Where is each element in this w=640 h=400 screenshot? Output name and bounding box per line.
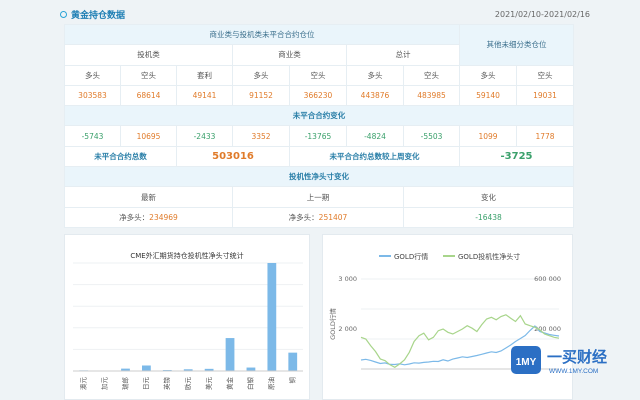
net-label: 净多头： (288, 212, 319, 222)
change-cell: -5743 (64, 125, 121, 147)
x-tick-label: 原油 (267, 377, 276, 390)
col-arb: 套利 (176, 64, 233, 86)
bar (246, 367, 256, 371)
legend-label: GOLD投机性净头寸 (458, 252, 520, 261)
change-cell: -2433 (176, 125, 233, 147)
col-short: 空头 (402, 64, 461, 86)
page-header: 黄金持仓数据 2021/02/10-2021/02/16 (60, 4, 590, 24)
x-tick-label: 美元 (204, 377, 213, 391)
change-cell: 3352 (232, 125, 290, 147)
col-latest: 最新 (64, 186, 233, 208)
col-short: 空头 (289, 64, 347, 86)
change-cell: -5503 (402, 125, 461, 147)
position-cell: 49141 (176, 84, 233, 107)
net-latest-cell: 净多头：234969 (64, 206, 233, 228)
position-cell: 366230 (289, 84, 347, 107)
watermark-logo: 1MY 一买财经 WWW.1MY.COM (511, 346, 607, 375)
col-prev: 上一期 (232, 186, 404, 208)
x-tick-label: 瑞郎 (120, 377, 129, 391)
position-cell: 303583 (64, 84, 121, 107)
section-ring-icon (60, 10, 67, 18)
total-group-header: 总计 (345, 44, 461, 66)
svg-text:一买财经: 一买财经 (547, 348, 607, 366)
bar (288, 352, 298, 371)
position-cell: 483985 (402, 84, 461, 107)
change-section-header: 未平合合约变化 (63, 105, 575, 127)
col-long: 多头 (64, 64, 121, 86)
position-cell: 443876 (346, 84, 404, 107)
net-label: 净多头： (119, 212, 150, 222)
col-long: 多头 (346, 64, 404, 86)
other-unclassified-header: 其他未细分类仓位 (459, 24, 575, 66)
y-axis-label: GOLD行情 (328, 308, 337, 340)
total-oi-value: 503016 (176, 145, 290, 168)
bar (267, 263, 277, 371)
x-tick-label: 加元 (99, 377, 108, 391)
col-long: 多头 (232, 64, 290, 86)
x-tick-label: 澳元 (78, 377, 87, 391)
bar-chart-title: CME外汇期货持仓投机性净头寸统计 (130, 252, 244, 260)
position-cell: 91152 (232, 84, 290, 107)
position-cell: 19031 (516, 84, 575, 107)
oi-change-value: -3725 (459, 145, 575, 168)
col-short: 空头 (120, 64, 177, 86)
x-tick-label: 黄金 (225, 377, 234, 391)
col-long: 多头 (459, 64, 518, 86)
spec-group-header: 投机类 (64, 44, 233, 66)
legend-label: GOLD行情 (394, 252, 428, 261)
x-tick-label: 欧元 (183, 377, 192, 391)
net-section-header: 投机性净头寸变化 (63, 166, 575, 188)
x-tick-label: 铜 (288, 377, 297, 384)
x-tick-label: 英镑 (162, 377, 171, 391)
bar (142, 365, 151, 371)
oi-change-label: 未平合合约总数较上周变化 (288, 145, 461, 168)
x-tick-label: 白银 (246, 377, 255, 391)
change-cell: -4824 (346, 125, 404, 147)
net-latest-value: 234969 (149, 212, 178, 222)
y-tick-right: 600 000 (534, 275, 561, 283)
positions-table: 商业类与投机类未平合合约仓位 其他未细分类仓位 投机类 商业类 总计 多头 空头… (63, 23, 575, 228)
col-change: 变化 (402, 186, 575, 208)
y-tick-left: 3 000 (338, 275, 357, 283)
position-cell: 59140 (459, 84, 518, 107)
change-cell: -13765 (289, 125, 347, 147)
nonclosed-header: 商业类与投机类未平合合约仓位 (63, 23, 461, 46)
net-change-value: -16438 (402, 206, 575, 228)
change-cell: 10695 (120, 125, 177, 147)
col-short: 空头 (516, 64, 575, 86)
bar (225, 338, 235, 371)
comm-group-header: 商业类 (232, 44, 347, 66)
y-tick-left: 2 000 (338, 325, 357, 333)
total-oi-label: 未平合合约总数 (64, 145, 177, 168)
svg-text:1MY: 1MY (516, 357, 537, 368)
x-tick-label: 日元 (142, 377, 150, 391)
bar-chart-panel: CME外汇期货持仓投机性净头寸统计 澳元 加元 瑞郎 日元 英镑 欧元 美元 黄金 白银 原油 铜 (64, 234, 310, 400)
title-wrap: 黄金持仓数据 (60, 8, 125, 21)
date-range: 2021/02/10-2021/02/16 (494, 9, 590, 19)
page-title: 黄金持仓数据 (71, 10, 126, 21)
svg-text:WWW.1MY.COM: WWW.1MY.COM (549, 368, 598, 375)
net-prev-cell: 净多头：251407 (232, 206, 404, 228)
net-prev-value: 251407 (318, 212, 348, 222)
position-cell: 68614 (120, 84, 177, 107)
change-cell: 1778 (516, 125, 575, 147)
change-cell: 1099 (459, 125, 518, 147)
